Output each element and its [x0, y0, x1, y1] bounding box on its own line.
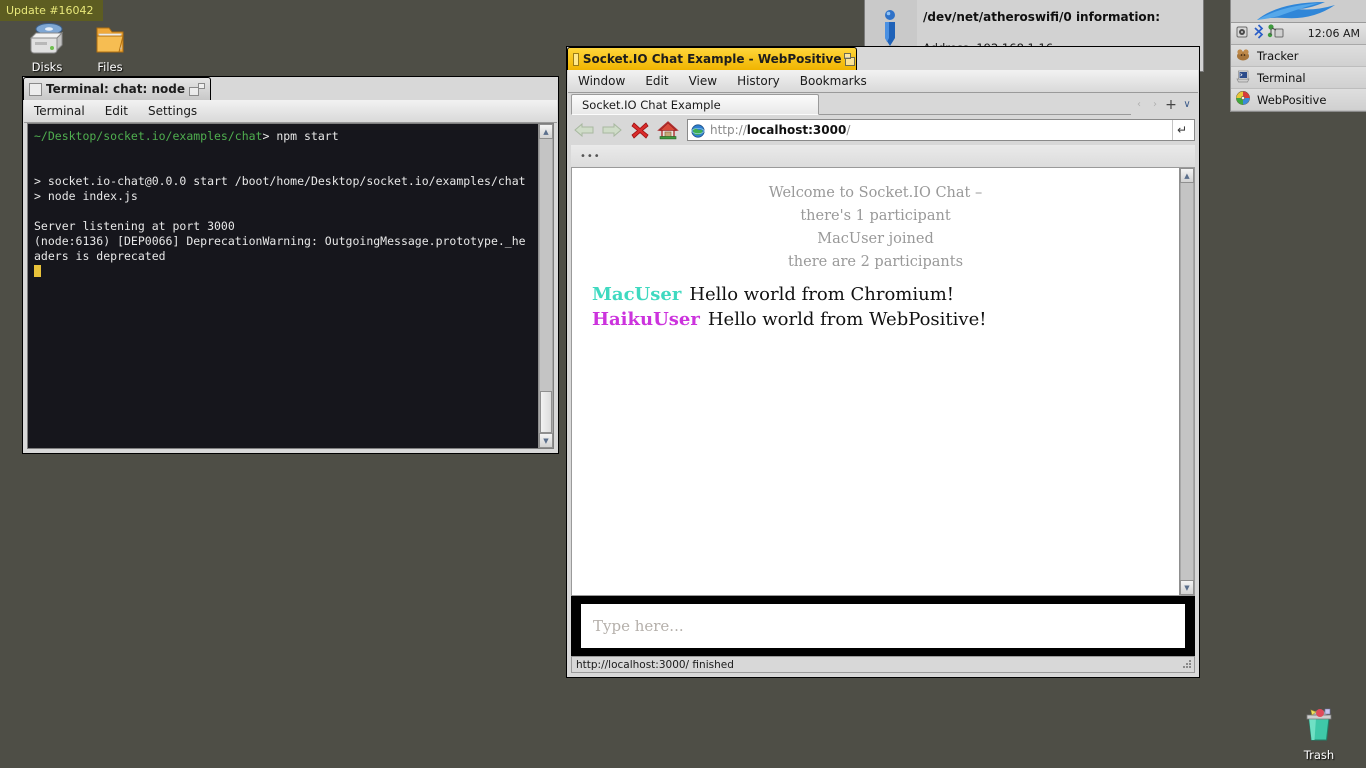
new-tab-icon[interactable]: + [1163, 94, 1179, 115]
terminal-window-tab[interactable]: Terminal: chat: node [23, 77, 211, 100]
url-scheme: http:// [710, 123, 747, 137]
desktop-icon-label: Files [97, 60, 123, 74]
terminal-output-lines: > socket.io-chat@0.0.0 start /boot/home/… [34, 174, 526, 263]
browser-statusbar: http://localhost:3000/ finished [571, 656, 1195, 673]
trash-icon[interactable]: Trash [1282, 706, 1356, 762]
deskbar-app-label: Tracker [1257, 48, 1299, 63]
chat-message: MacUser Hello world from Chromium! [572, 282, 1179, 307]
terminal-output: ~/Desktop/socket.io/examples/chat> npm s… [28, 124, 538, 448]
menu-edit[interactable]: Edit [635, 74, 678, 88]
scroll-down-icon[interactable]: ▼ [539, 433, 553, 448]
bookmark-bar[interactable]: ••• [571, 145, 1195, 168]
browser-tabbar[interactable]: Socket.IO Chat Example ‹ › + ∨ [571, 93, 1195, 116]
terminal-window[interactable]: Terminal: chat: node Terminal Edit Setti… [22, 76, 559, 454]
trash-label: Trash [1303, 748, 1335, 762]
terminal-titlebar[interactable]: Terminal: chat: node [23, 77, 558, 100]
close-icon[interactable] [29, 82, 42, 96]
deskbar-app-tracker[interactable]: Tracker [1231, 45, 1366, 67]
bookmark-bar-ellipsis: ••• [580, 150, 601, 162]
chat-message-author: MacUser [592, 284, 682, 305]
menu-bookmarks[interactable]: Bookmarks [790, 74, 877, 88]
chat-system-message: MacUser joined [817, 231, 934, 247]
terminal-scroll-track[interactable] [539, 139, 553, 433]
chat-message-list: MacUser Hello world from Chromium! HaikuUs… [572, 282, 1179, 332]
go-icon[interactable]: ↵ [1172, 120, 1191, 140]
deskbar-app-terminal[interactable]: Terminal [1231, 67, 1366, 89]
terminal-title: Terminal: chat: node [46, 82, 185, 96]
desktop-icon-files[interactable]: Files [73, 18, 147, 74]
menu-history[interactable]: History [727, 74, 790, 88]
browser-tab-label: Socket.IO Chat Example [582, 97, 721, 112]
deskbar-app-label: Terminal [1257, 70, 1306, 85]
webpositive-icon [1235, 90, 1251, 110]
stop-icon[interactable] [627, 117, 653, 143]
url-text[interactable]: http://localhost:3000/ [710, 123, 1172, 137]
menu-terminal[interactable]: Terminal [24, 104, 95, 118]
media-icon[interactable] [1235, 24, 1250, 43]
chat-message-text: Hello world from Chromium! [689, 284, 955, 305]
folder-icon [73, 18, 147, 58]
webpositive-window[interactable]: Socket.IO Chat Example - WebPositive Win… [566, 46, 1200, 678]
terminal-body[interactable]: ~/Desktop/socket.io/examples/chat> npm s… [27, 123, 554, 449]
zoom-icon[interactable] [844, 52, 856, 66]
menu-settings[interactable]: Settings [138, 104, 207, 118]
page-viewport[interactable]: Welcome to Socket.IO Chat – there's 1 par… [571, 167, 1195, 596]
tracker-icon [1235, 46, 1251, 66]
tab-list-icon[interactable]: ∨ [1179, 94, 1195, 115]
chat-system-message: there are 2 participants [787, 254, 964, 270]
browser-menubar[interactable]: Window Edit View History Bookmarks [568, 70, 1198, 93]
chat-system-messages: Welcome to Socket.IO Chat – there's 1 par… [572, 182, 1179, 274]
tab-next-icon[interactable]: › [1147, 94, 1163, 115]
terminal-command: > npm start [262, 129, 339, 143]
terminal-menubar[interactable]: Terminal Edit Settings [24, 100, 557, 123]
chat-log: Welcome to Socket.IO Chat – there's 1 par… [572, 168, 1179, 595]
terminal-prompt: ~/Desktop/socket.io/examples/chat [34, 129, 263, 143]
scroll-up-icon[interactable]: ▲ [1180, 168, 1194, 183]
network-icon[interactable] [1267, 24, 1284, 43]
deskbar-tray[interactable]: 12:06 AM [1231, 23, 1366, 45]
deskbar[interactable]: 12:06 AM Tracker Terminal WebPositive [1230, 0, 1366, 112]
zoom-icon[interactable] [189, 82, 205, 96]
url-bar[interactable]: http://localhost:3000/ ↵ [687, 119, 1195, 141]
back-arrow-icon[interactable] [571, 117, 597, 143]
chat-system-message: there's 1 participant [800, 208, 951, 224]
haiku-leaf-logo-icon[interactable] [1231, 0, 1366, 23]
browser-title: Socket.IO Chat Example - WebPositive [582, 52, 842, 66]
url-host: localhost:3000 [746, 123, 847, 137]
chat-system-message: Welcome to Socket.IO Chat – [768, 185, 983, 201]
status-text: http://localhost:3000/ finished [576, 658, 734, 671]
browser-toolbar[interactable]: http://localhost:3000/ ↵ [571, 115, 1195, 145]
scroll-up-icon[interactable]: ▲ [539, 124, 553, 139]
chat-input[interactable]: Type here... [581, 604, 1185, 648]
chat-composer[interactable]: Type here... [571, 596, 1195, 656]
deskbar-app-label: WebPositive [1257, 92, 1327, 107]
forward-arrow-icon[interactable] [599, 117, 625, 143]
page-scroll-track[interactable] [1180, 183, 1194, 580]
menu-window[interactable]: Window [568, 74, 635, 88]
browser-tab-socketio[interactable]: Socket.IO Chat Example [571, 94, 819, 115]
home-icon[interactable] [655, 117, 681, 143]
page-scrollbar[interactable]: ▲ ▼ [1179, 168, 1194, 595]
bluetooth-icon[interactable] [1252, 24, 1265, 43]
resize-grip[interactable] [1180, 657, 1194, 672]
trash-bin-icon [1282, 706, 1356, 746]
scroll-down-icon[interactable]: ▼ [1180, 580, 1194, 595]
chat-message-author: HaikuUser [592, 309, 700, 330]
terminal-icon [1235, 68, 1251, 88]
terminal-cursor [34, 265, 41, 277]
globe-favicon-icon [691, 123, 705, 138]
chat-message: HaikuUser Hello world from WebPositive! [572, 307, 1179, 332]
terminal-scroll-thumb[interactable] [540, 391, 552, 433]
deskbar-app-webpositive[interactable]: WebPositive [1231, 89, 1366, 111]
browser-window-tab[interactable]: Socket.IO Chat Example - WebPositive [567, 47, 857, 70]
menu-edit[interactable]: Edit [95, 104, 138, 118]
menu-view[interactable]: View [679, 74, 727, 88]
chat-message-text: Hello world from WebPositive! [707, 309, 987, 330]
clock[interactable]: 12:06 AM [1284, 27, 1366, 40]
terminal-scrollbar[interactable]: ▲ ▼ [538, 124, 553, 448]
url-path: / [846, 123, 851, 137]
browser-titlebar[interactable]: Socket.IO Chat Example - WebPositive [567, 47, 1199, 70]
notification-title: /dev/net/atheroswifi/0 information: [923, 10, 1161, 24]
tab-prev-icon[interactable]: ‹ [1131, 94, 1147, 115]
